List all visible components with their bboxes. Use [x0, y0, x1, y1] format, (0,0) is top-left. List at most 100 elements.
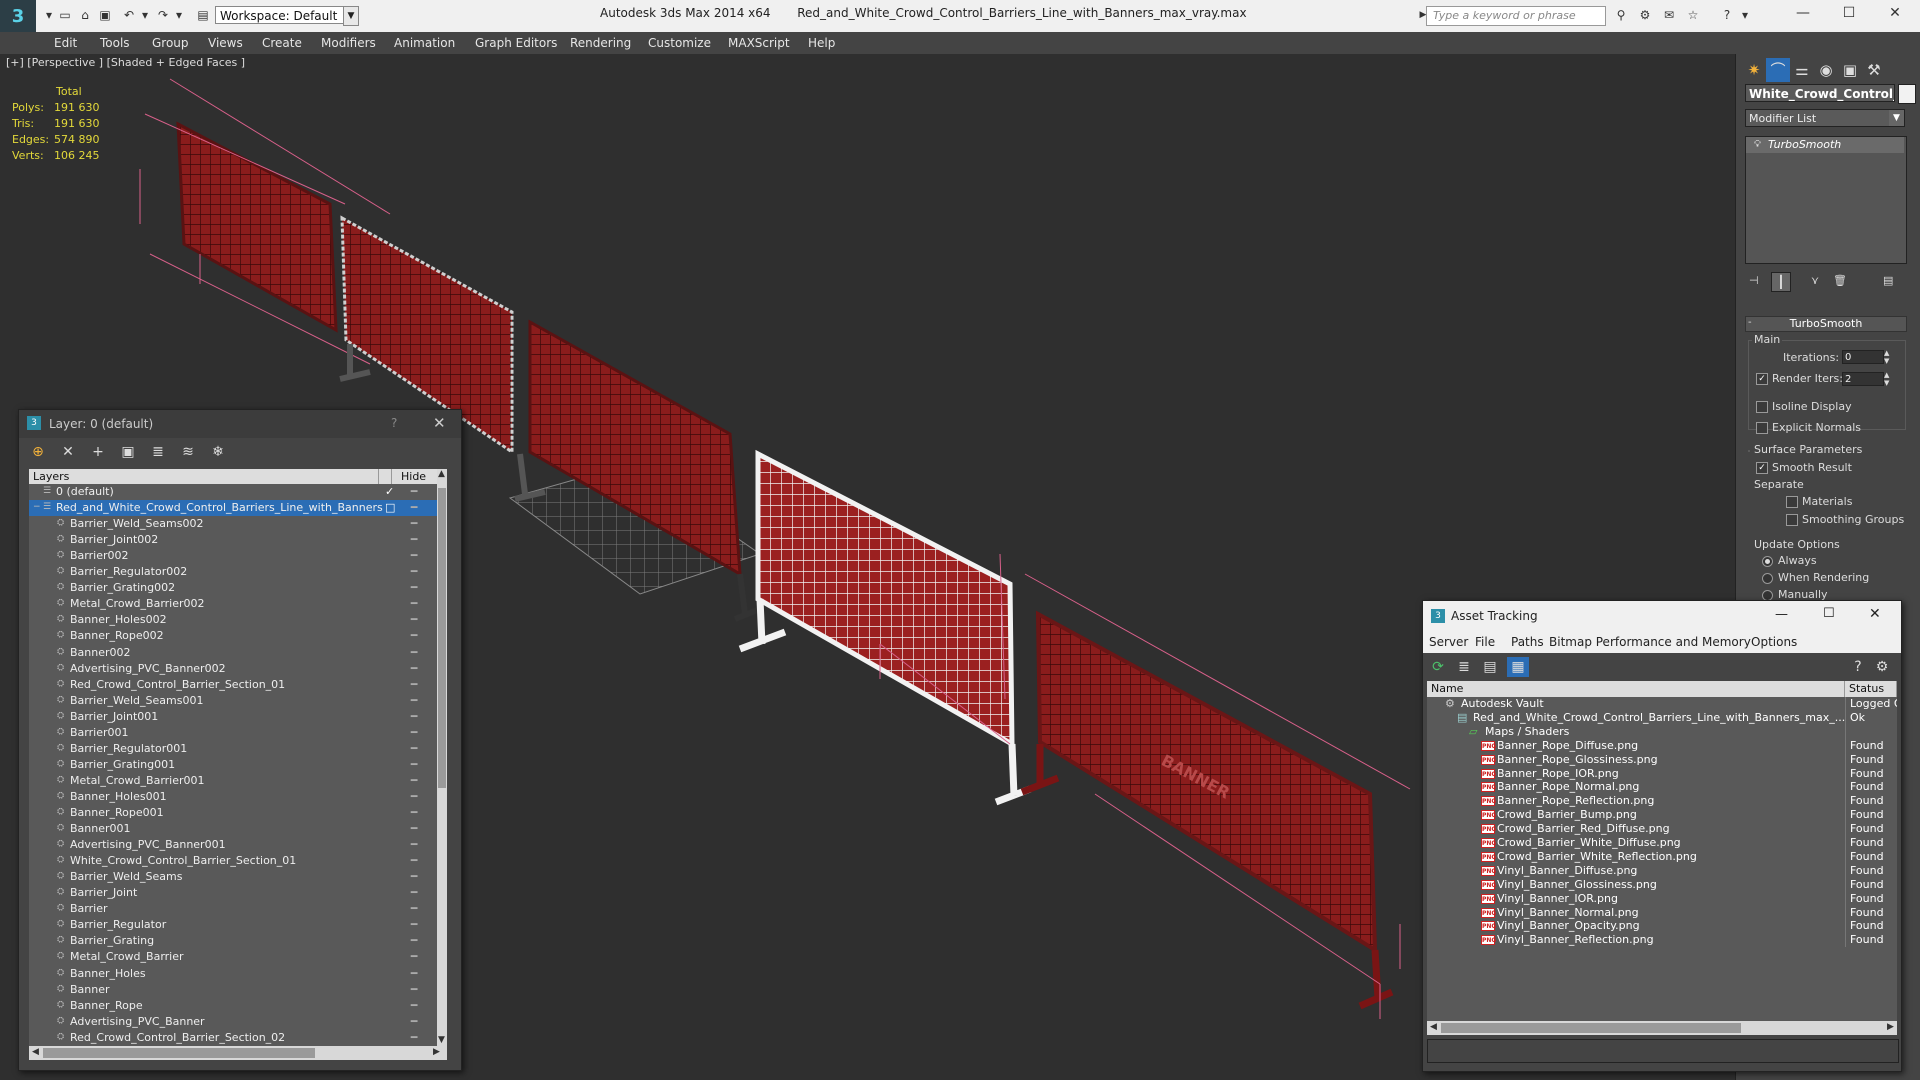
modifier-stack-item-turbosmooth[interactable]: 💡︎ TurboSmooth	[1746, 137, 1904, 153]
layer-row[interactable]: ⛭ Metal_Crowd_Barrier001 ━	[29, 773, 437, 789]
highlight-selected-icon[interactable]: ≣	[147, 442, 169, 462]
layer-window-close-icon[interactable]: ✕	[433, 414, 446, 432]
menu-help[interactable]: Help	[808, 36, 835, 50]
layer-row[interactable]: ⛭ Barrier_Grating ━	[29, 933, 437, 949]
hide-toggle-icon[interactable]: ━	[407, 661, 421, 677]
iterations-spinner-arrows-icon[interactable]: ▲ ▼	[1884, 349, 1889, 365]
hide-toggle-icon[interactable]: ━	[407, 917, 421, 933]
layer-row[interactable]: ⛭ Banner_Rope ━	[29, 998, 437, 1014]
smooth-result-checkbox[interactable]: ✓	[1756, 462, 1768, 474]
layer-row[interactable]: ⛭ Metal_Crowd_Barrier ━	[29, 949, 437, 965]
modifier-list-arrow-icon[interactable]: ▼	[1889, 110, 1904, 126]
layer-row[interactable]: ⛭ Barrier_Grating001 ━	[29, 757, 437, 773]
layer-row[interactable]: ⛭ Barrier_Regulator001 ━	[29, 741, 437, 757]
hide-toggle-icon[interactable]: ━	[407, 612, 421, 628]
asset-horizontal-scroll-thumb[interactable]	[1441, 1023, 1741, 1033]
asset-help-icon[interactable]: ?	[1847, 657, 1869, 677]
layer-row[interactable]: ⛭ Barrier_Grating002 ━	[29, 580, 437, 596]
menu-maxscript[interactable]: MAXScript	[728, 36, 790, 50]
asset-row[interactable]: PNG Banner_Rope_Glossiness.png Found	[1427, 752, 1897, 767]
layer-row[interactable]: ⛭ Banner_Rope001 ━	[29, 805, 437, 821]
layer-vertical-scroll-thumb[interactable]	[438, 488, 446, 788]
layer-horizontal-scroll-thumb[interactable]	[43, 1048, 315, 1058]
freeze-all-layers-icon[interactable]: ❄	[207, 442, 229, 462]
workspace-dropdown[interactable]: Workspace: Default	[215, 6, 350, 24]
hide-toggle-icon[interactable]: ━	[407, 580, 421, 596]
red-barrier-5[interactable]: BANNER	[1020, 573, 1411, 1019]
layer-window-titlebar[interactable]: 3 Layer: 0 (default) ? ✕	[19, 410, 461, 438]
hide-toggle-icon[interactable]: ━	[407, 821, 421, 837]
asset-row[interactable]: PNG Vinyl_Banner_Diffuse.png Found	[1427, 863, 1897, 878]
hide-toggle-icon[interactable]: ━	[407, 885, 421, 901]
hide-column-header[interactable]: Hide	[401, 470, 426, 483]
object-name-field[interactable]: White_Crowd_Control_Ba	[1745, 84, 1895, 102]
save-file-icon[interactable]: ▣	[96, 7, 114, 23]
hide-toggle-icon[interactable]: ━	[407, 789, 421, 805]
separate-smoothing-groups-checkbox[interactable]	[1786, 514, 1798, 526]
asset-row[interactable]: PNG Banner_Rope_Diffuse.png Found	[1427, 738, 1897, 753]
hide-toggle-icon[interactable]: ━	[407, 982, 421, 998]
hide-toggle-icon[interactable]: ━	[407, 837, 421, 853]
layer-row[interactable]: ⛭ Barrier_Weld_Seams ━	[29, 869, 437, 885]
favorites-star-icon[interactable]: ☆	[1684, 7, 1702, 23]
list-view-icon[interactable]: ≣	[1453, 657, 1475, 677]
pin-stack-icon[interactable]: ⊣	[1749, 274, 1759, 287]
layer-row[interactable]: ⛭ Red_Crowd_Control_Barrier_Section_01 ━	[29, 677, 437, 693]
menu-views[interactable]: Views	[208, 36, 243, 50]
asset-row[interactable]: PNG Crowd_Barrier_Bump.png Found	[1427, 808, 1897, 823]
hide-toggle-icon[interactable]: ━	[407, 532, 421, 548]
asset-settings-icon[interactable]: ⚙	[1871, 657, 1893, 677]
layer-row[interactable]: ⛭ Barrier_Joint001 ━	[29, 709, 437, 725]
asset-window-maximize-icon[interactable]: ☐	[1823, 606, 1835, 621]
asset-row[interactable]: ⚙ Autodesk Vault Logged O	[1427, 697, 1897, 711]
layer-row[interactable]: ⛭ Barrier_Regulator ━	[29, 917, 437, 933]
menu-group[interactable]: Group	[152, 36, 189, 50]
layer-row[interactable]: ☰ 0 (default) ✓ ━	[29, 484, 437, 500]
hide-toggle-icon[interactable]: ━	[407, 596, 421, 612]
isoline-display-checkbox[interactable]	[1756, 401, 1768, 413]
layer-row[interactable]: ⛭ White_Crowd_Control_Barrier_Section_01 ━	[29, 853, 437, 869]
layer-row[interactable]: ⛭ Barrier_Regulator002 ━	[29, 564, 437, 580]
select-in-layer-icon[interactable]: ▣	[117, 442, 139, 462]
current-layer-check-icon[interactable]: ✓	[385, 484, 394, 500]
hide-toggle-icon[interactable]: ━	[407, 628, 421, 644]
layer-row[interactable]: ⛭ Banner_Holes ━	[29, 966, 437, 982]
asset-menu-server[interactable]: Server	[1429, 635, 1468, 649]
turbosmooth-rollout-header[interactable]: TurboSmooth	[1745, 316, 1907, 332]
table-view-icon[interactable]: ▦	[1507, 657, 1529, 677]
layer-row[interactable]: ⛭ Red_Crowd_Control_Barrier_Section_02 ━	[29, 1030, 437, 1046]
name-column-header[interactable]: Name	[1427, 681, 1845, 697]
menu-tools[interactable]: Tools	[100, 36, 130, 50]
hide-toggle-icon[interactable]: ━	[407, 500, 421, 516]
layer-row[interactable]: ⛭ Banner ━	[29, 982, 437, 998]
hide-toggle-icon[interactable]: ━	[407, 484, 421, 500]
hide-toggle-icon[interactable]: ━	[407, 869, 421, 885]
hide-toggle-icon[interactable]: ━	[407, 645, 421, 661]
workspace-dropdown-arrow-icon[interactable]: ▼	[343, 6, 359, 26]
layer-row[interactable]: ⛭ Barrier_Weld_Seams001 ━	[29, 693, 437, 709]
binoculars-icon[interactable]: ⚲	[1612, 7, 1630, 23]
details-view-icon[interactable]: ▤	[1479, 657, 1501, 677]
iterations-spinner[interactable]: 0	[1842, 350, 1884, 364]
layer-row[interactable]: ⛭ Banner_Holes001 ━	[29, 789, 437, 805]
menu-rendering[interactable]: Rendering	[570, 36, 631, 50]
asset-menu-bitmap-performance[interactable]: Bitmap Performance and Memory	[1549, 635, 1751, 649]
app-logo-icon[interactable]: 3	[0, 0, 36, 32]
render-iters-spinner-arrows-icon[interactable]: ▲ ▼	[1884, 371, 1889, 387]
status-column-header[interactable]: Status	[1845, 681, 1897, 697]
update-when-rendering-radio[interactable]	[1762, 573, 1773, 584]
menu-edit[interactable]: Edit	[54, 36, 77, 50]
update-always-radio[interactable]	[1762, 556, 1773, 567]
show-end-result-icon[interactable]: ┃	[1771, 272, 1791, 292]
set-current-layer-icon[interactable]: □	[385, 500, 395, 516]
open-file-icon[interactable]: ⌂	[76, 7, 94, 23]
asset-row[interactable]: PNG Vinyl_Banner_Normal.png Found	[1427, 905, 1897, 920]
separate-materials-checkbox[interactable]	[1786, 496, 1798, 508]
asset-window-close-icon[interactable]: ✕	[1869, 606, 1881, 622]
layers-column-header[interactable]: Layers	[33, 470, 69, 483]
hide-toggle-icon[interactable]: ━	[407, 709, 421, 725]
lightbulb-icon[interactable]: 💡︎	[1754, 137, 1761, 153]
project-folder-icon[interactable]: ▤	[194, 7, 212, 23]
hide-toggle-icon[interactable]: ━	[407, 933, 421, 949]
hide-toggle-icon[interactable]: ━	[407, 773, 421, 789]
